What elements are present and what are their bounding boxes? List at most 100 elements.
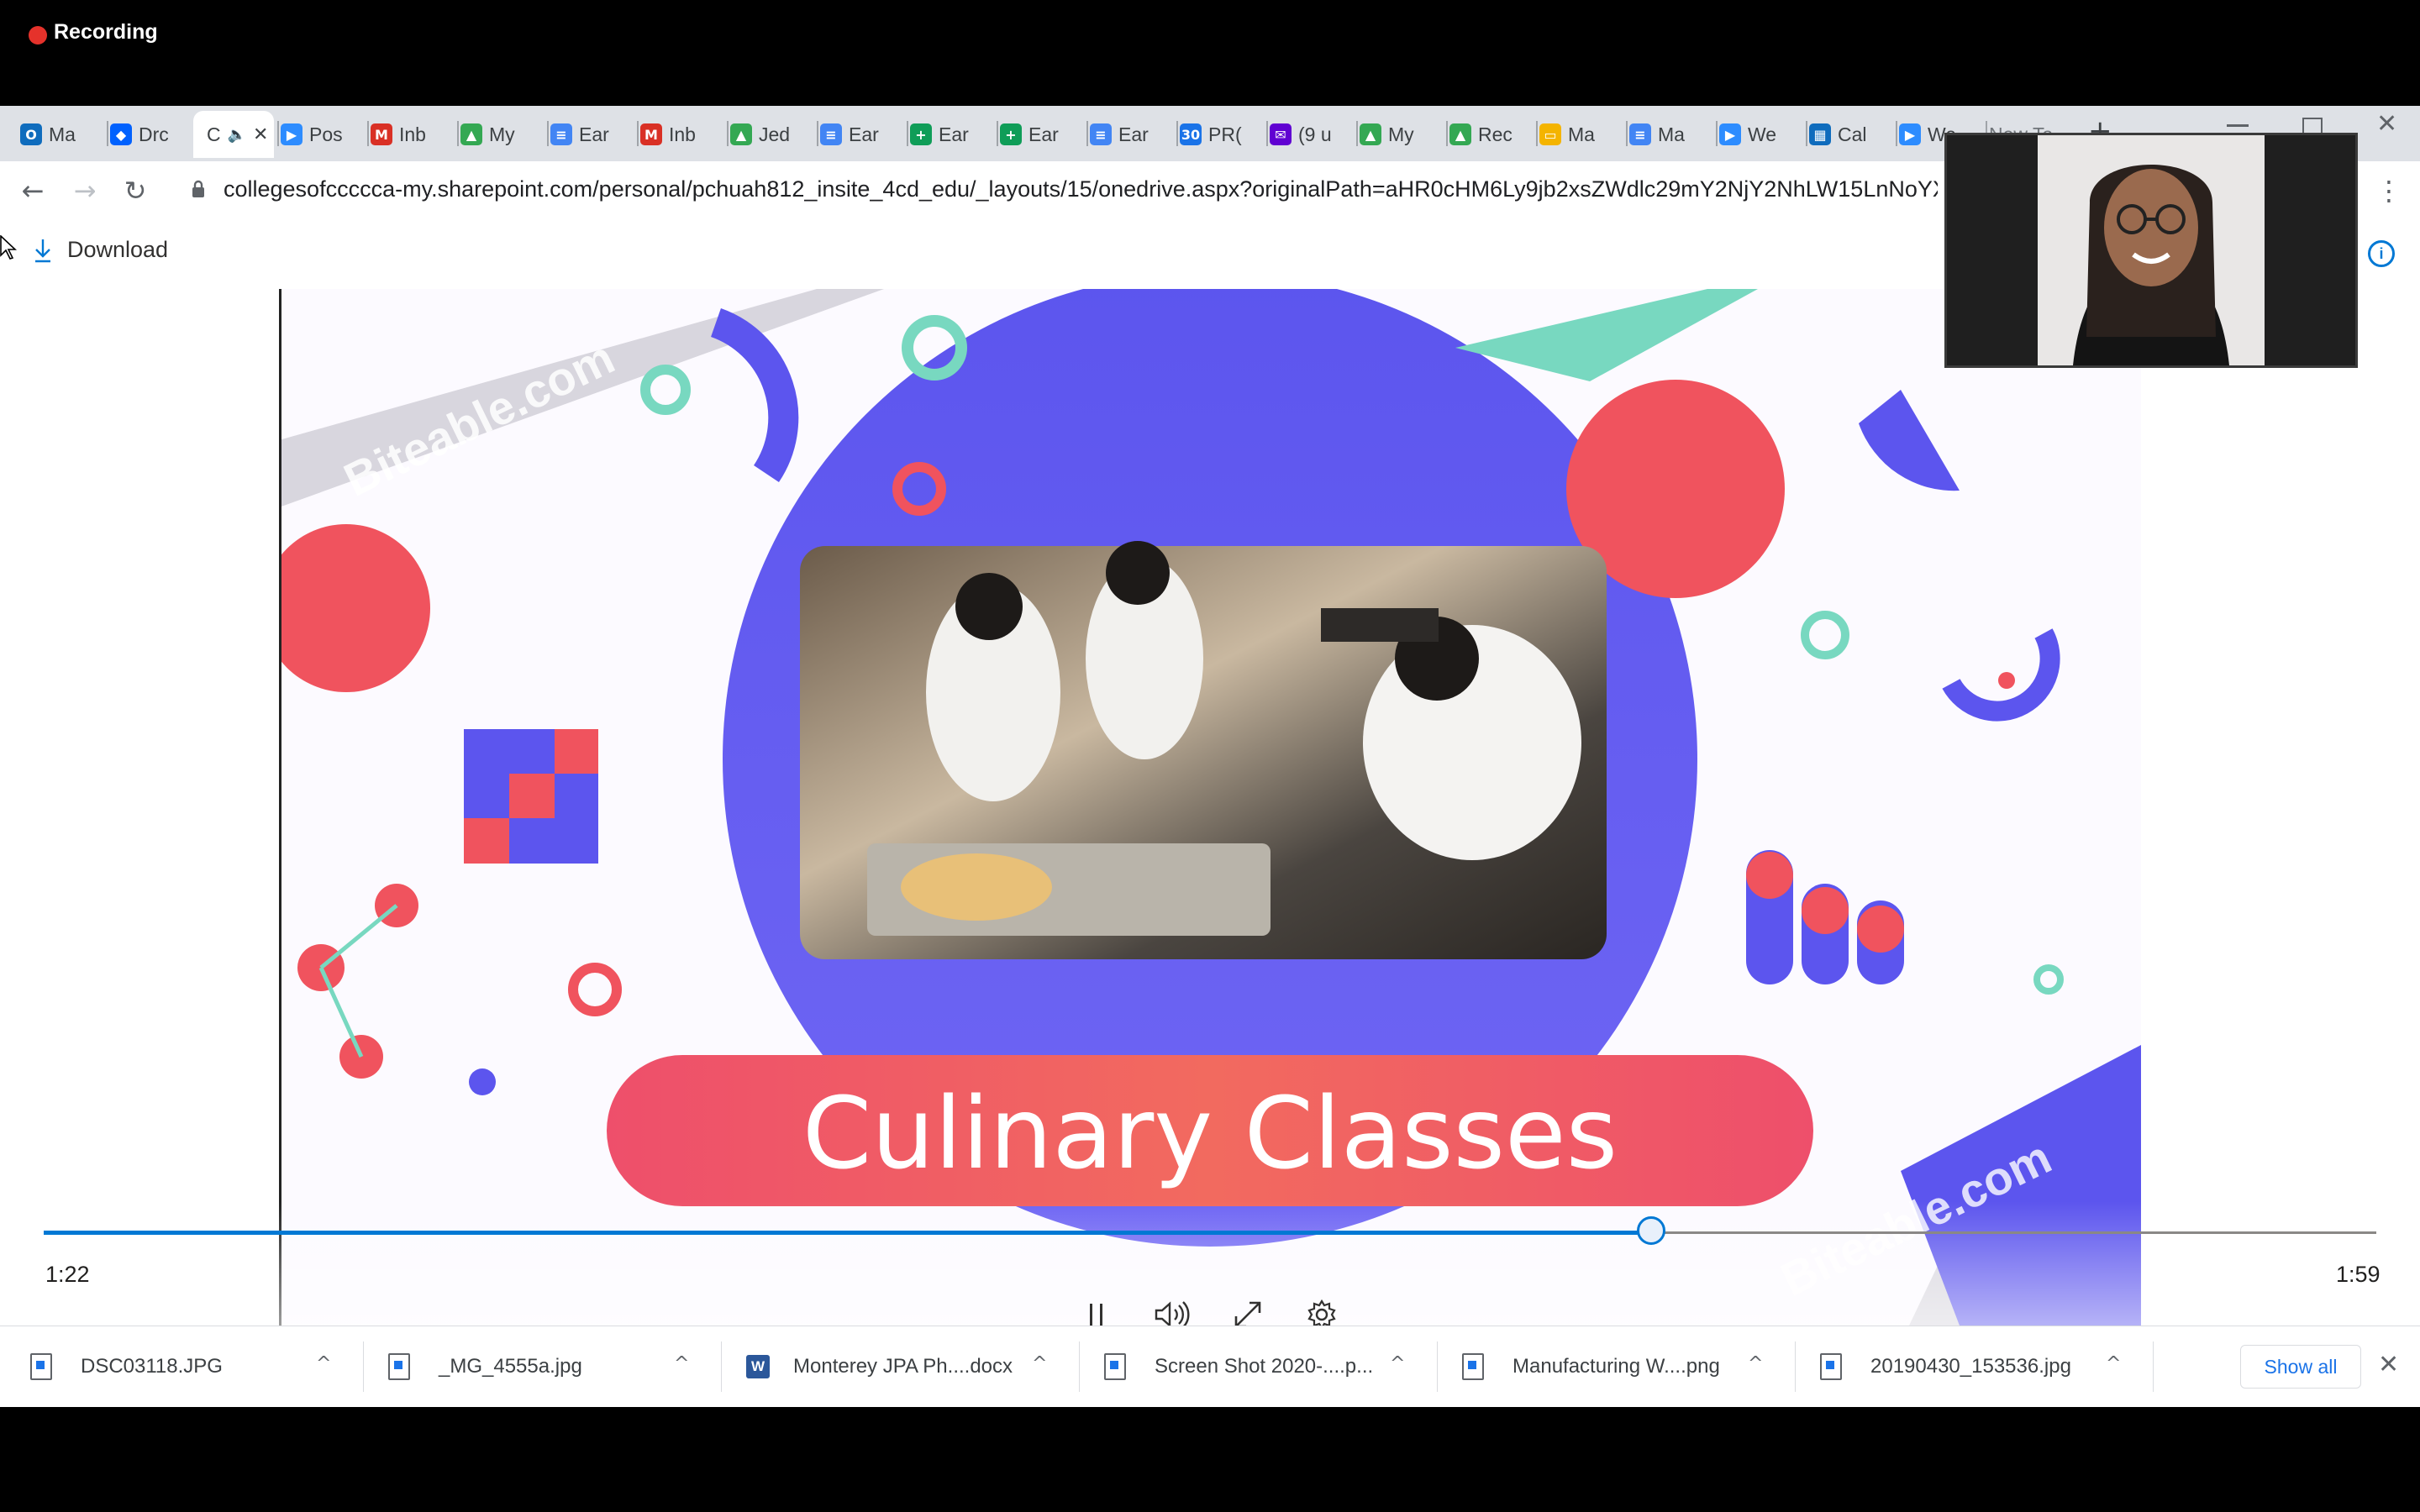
- browser-tab[interactable]: ▶ We: [1719, 111, 1802, 158]
- browser-tab[interactable]: M Inb: [640, 111, 723, 158]
- browser-menu-icon[interactable]: ⋮: [2371, 173, 2407, 208]
- url-field[interactable]: collegesofccccca-my.sharepoint.com/perso…: [224, 176, 1938, 202]
- image-file-icon: [1104, 1353, 1126, 1380]
- tab-separator: [1716, 121, 1718, 146]
- close-shelf-icon[interactable]: ✕: [2378, 1350, 2399, 1379]
- sheets-icon: +: [910, 123, 932, 145]
- download-icon: [35, 239, 50, 262]
- tab-separator: [1806, 121, 1807, 146]
- tab-label: Ear: [579, 123, 609, 145]
- forward-button[interactable]: →: [67, 173, 103, 208]
- tab-label: Pos: [309, 123, 343, 145]
- browser-tab[interactable]: ✉ (9 u: [1270, 111, 1353, 158]
- tab-separator: [367, 121, 369, 146]
- download-item[interactable]: DSC03118.JPG ^: [30, 1345, 366, 1389]
- browser-tab[interactable]: ▲ My: [1360, 111, 1443, 158]
- volume-icon: [1155, 1301, 1190, 1328]
- video-title-text: Culinary Classes: [802, 1075, 1618, 1191]
- pause-icon: [1090, 1304, 1102, 1326]
- browser-tab[interactable]: ▭ Ma: [1539, 111, 1623, 158]
- download-item[interactable]: W Monterey JPA Ph....docx ^: [746, 1345, 1082, 1389]
- chevron-up-icon[interactable]: ^: [316, 1353, 331, 1374]
- chevron-up-icon[interactable]: ^: [1748, 1353, 1763, 1374]
- tab-label: Ear: [849, 123, 879, 145]
- seek-thumb[interactable]: [1636, 1216, 1665, 1245]
- dropbox-icon: ◆: [110, 123, 132, 145]
- chevron-up-icon[interactable]: ^: [1032, 1353, 1047, 1374]
- tab-label: (9 u: [1298, 123, 1332, 145]
- browser-tab[interactable]: ▶ Pos: [281, 111, 364, 158]
- tab-label: Rec: [1478, 123, 1512, 145]
- image-file-icon: [1820, 1353, 1842, 1380]
- recording-dot-icon: [29, 26, 47, 45]
- download-separator: [1079, 1341, 1080, 1392]
- tab-label: Inb: [669, 123, 696, 145]
- chevron-up-icon[interactable]: ^: [1390, 1353, 1405, 1374]
- tab-label: We: [1748, 123, 1777, 145]
- browser-tab[interactable]: ◆ Drc: [110, 111, 193, 158]
- download-item[interactable]: Screen Shot 2020-....p... ^: [1104, 1345, 1440, 1389]
- tab-label: Cal: [1838, 123, 1867, 145]
- download-filename: Screen Shot 2020-....p...: [1155, 1355, 1374, 1378]
- browser-tab[interactable]: C 🔈 ✕: [193, 111, 274, 158]
- browser-tab[interactable]: ≡ Ear: [550, 111, 634, 158]
- download-filename: 20190430_153536.jpg: [1870, 1355, 2071, 1378]
- browser-tab[interactable]: O Ma: [20, 111, 103, 158]
- image-file-icon: [30, 1353, 52, 1380]
- browser-tab[interactable]: ▲ Jed: [730, 111, 813, 158]
- browser-tab[interactable]: ▲ My: [460, 111, 544, 158]
- download-separator: [1437, 1341, 1438, 1392]
- drive-icon: ▲: [730, 123, 752, 145]
- zoom-icon: ▶: [1719, 123, 1741, 145]
- browser-tab[interactable]: ≡ Ear: [820, 111, 903, 158]
- total-time: 1:59: [2336, 1262, 2381, 1287]
- tab-label: Ma: [1658, 123, 1685, 145]
- info-icon[interactable]: i: [2368, 240, 2395, 267]
- browser-tab[interactable]: + Ear: [910, 111, 993, 158]
- mouse-cursor-icon: [0, 235, 17, 260]
- tab-label: Ear: [1118, 123, 1149, 145]
- browser-tab[interactable]: M Inb: [371, 111, 454, 158]
- chevron-up-icon[interactable]: ^: [674, 1353, 689, 1374]
- gmail-icon: M: [640, 123, 662, 145]
- download-item[interactable]: 20190430_153536.jpg ^: [1820, 1345, 2156, 1389]
- browser-tab[interactable]: ▲ Rec: [1449, 111, 1533, 158]
- speaker-icon[interactable]: 🔈: [228, 126, 246, 144]
- lock-icon: [192, 180, 204, 197]
- browser-tab[interactable]: ≡ Ma: [1629, 111, 1712, 158]
- browser-tab[interactable]: + Ear: [1000, 111, 1083, 158]
- minimize-window-icon[interactable]: [2227, 124, 2249, 127]
- video-player[interactable]: Biteable.com Biteable.com Culinary Class…: [279, 289, 2141, 1326]
- show-all-button[interactable]: Show all: [2240, 1345, 2361, 1389]
- gmail-icon: M: [371, 123, 392, 145]
- browser-tab[interactable]: ≡ Ear: [1090, 111, 1173, 158]
- onedrive-viewer: Download i Biteable.com Culinary Classes…: [0, 220, 2420, 1331]
- download-separator: [721, 1341, 722, 1392]
- close-tab-icon[interactable]: ✕: [253, 124, 268, 145]
- video-left-border: [279, 289, 281, 1326]
- tab-separator: [1536, 121, 1538, 146]
- zoom-icon: ▶: [281, 123, 302, 145]
- close-window-icon[interactable]: ✕: [2376, 109, 2397, 139]
- browser-tab[interactable]: ▦ Cal: [1809, 111, 1892, 158]
- tab-label: My: [1388, 123, 1414, 145]
- back-button[interactable]: ←: [15, 173, 50, 208]
- tab-separator: [107, 121, 108, 146]
- reload-button[interactable]: ↻: [118, 173, 153, 208]
- tab-label: Drc: [139, 123, 169, 145]
- chevron-up-icon[interactable]: ^: [2106, 1353, 2121, 1374]
- download-button[interactable]: Download: [34, 237, 168, 263]
- tab-separator: [547, 121, 549, 146]
- tab-separator: [1086, 121, 1088, 146]
- download-item[interactable]: _MG_4555a.jpg ^: [388, 1345, 724, 1389]
- browser-tab[interactable]: 30 PR(: [1180, 111, 1263, 158]
- download-separator: [2153, 1341, 2154, 1392]
- download-item[interactable]: Manufacturing W....png ^: [1462, 1345, 1798, 1389]
- tab-separator: [1896, 121, 1897, 146]
- player-controls: 1:22 1:59: [0, 1201, 2420, 1331]
- download-filename: DSC03118.JPG: [81, 1355, 223, 1378]
- tab-label: PR(: [1208, 123, 1242, 145]
- drive-icon: ▲: [460, 123, 482, 145]
- image-file-icon: [388, 1353, 410, 1380]
- yahoo-mail-icon: ✉: [1270, 123, 1292, 145]
